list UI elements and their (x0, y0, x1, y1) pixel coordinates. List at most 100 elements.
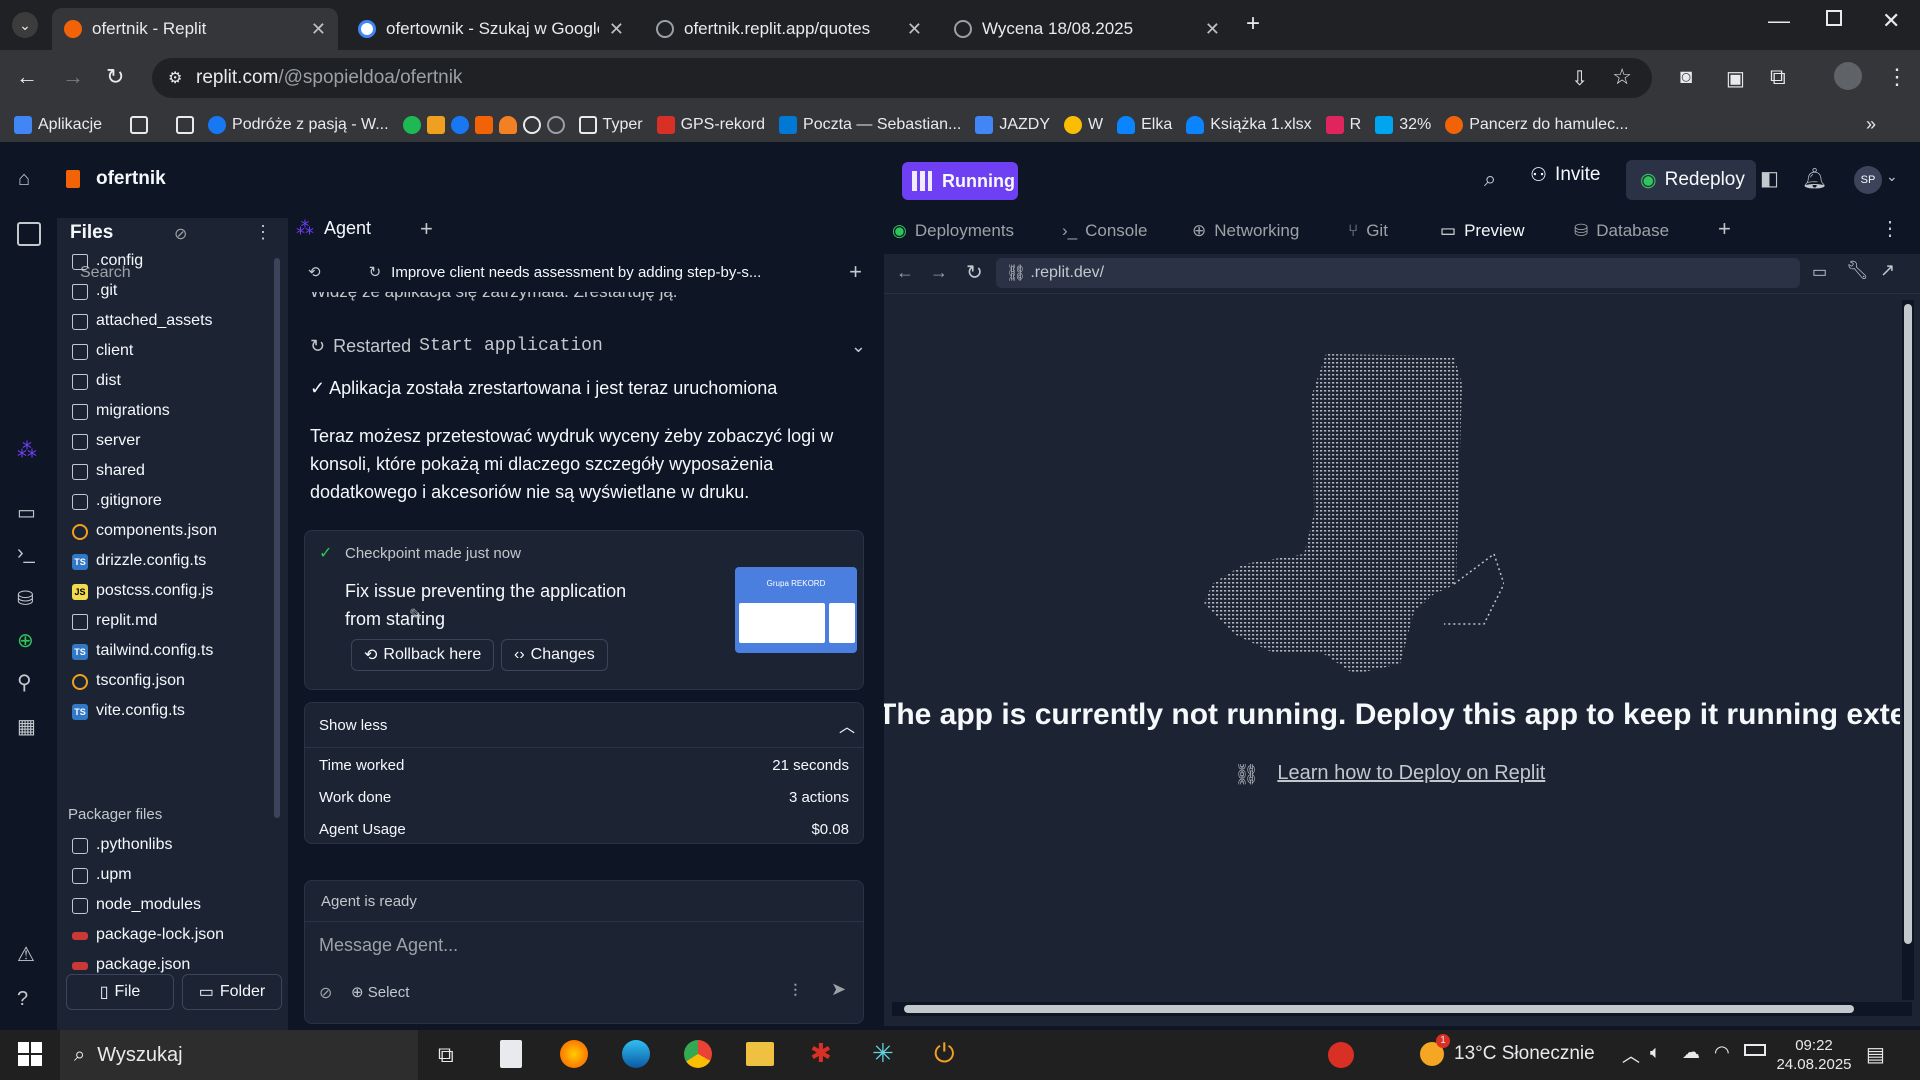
bookmark-podroze[interactable]: Podróże z pasją - W... (208, 116, 389, 134)
send-icon[interactable]: ➤ (831, 979, 846, 1000)
new-chat-icon[interactable]: + (849, 259, 862, 285)
close-tab-icon[interactable]: ✕ (311, 19, 326, 40)
file-tree-item[interactable]: .config (72, 252, 143, 270)
bookmark-gps[interactable]: GPS-rekord (656, 116, 765, 134)
run-status-button[interactable]: Running (902, 162, 1018, 200)
bookmark-jazdy[interactable]: JAZDY (975, 116, 1050, 134)
packager-file-item[interactable]: .upm (72, 866, 132, 884)
restarted-row[interactable]: ↻ Restarted Start application ⌄ (310, 336, 866, 357)
layout-icon[interactable]: ◧ (1760, 166, 1779, 191)
power-app-icon[interactable]: ⏻ (934, 1038, 955, 1070)
notification-center-icon[interactable]: ▤ (1866, 1042, 1885, 1067)
preview-forward-icon[interactable]: → (930, 262, 948, 283)
bookmark-poczta[interactable]: Poczta — Sebastian... (779, 116, 961, 134)
file-tree-item[interactable]: replit.md (72, 612, 157, 630)
file-tree-item[interactable]: components.json (72, 522, 217, 540)
task-view-icon[interactable]: ⧉ (438, 1042, 454, 1068)
tray-expand-icon[interactable]: ︿ (1622, 1042, 1640, 1068)
webview-tool-icon[interactable]: ▭ (17, 500, 36, 525)
clock[interactable]: 09:22 24.08.2025 (1774, 1036, 1854, 1074)
browser-tab-replit[interactable]: ofertnik - Replit ✕ (52, 8, 338, 50)
browser-tab-quotes[interactable]: ofertnik.replit.app/quotes ✕ (644, 8, 934, 50)
devtools-wrench-icon[interactable]: 🔧︎ (1846, 260, 1869, 281)
bookmark-w[interactable]: W (1064, 116, 1103, 134)
new-folder-button[interactable]: ▭ Folder (182, 974, 282, 1010)
preview-url-field[interactable]: ⛓ .replit.dev/ (996, 258, 1800, 288)
profile-avatar[interactable] (1834, 62, 1862, 90)
file-tree-item[interactable]: JS postcss.config.js (72, 582, 213, 600)
rollback-button[interactable]: ⟲ Rollback here (351, 639, 495, 671)
battery-icon[interactable] (1744, 1044, 1766, 1056)
preview-back-icon[interactable]: ← (896, 262, 914, 283)
files-settings-icon[interactable]: ⊘ (174, 224, 187, 244)
message-input[interactable]: Message Agent... (319, 935, 458, 956)
user-tool-icon[interactable]: ⚲ (17, 670, 32, 695)
bookmark-pancerz[interactable]: Pancerz do hamulec... (1445, 116, 1628, 134)
reload-icon[interactable]: ↻ (106, 64, 124, 90)
files-tool-icon[interactable] (17, 222, 41, 246)
onedrive-tray-icon[interactable]: ☁ (1682, 1042, 1700, 1063)
chevron-up-icon[interactable]: ︿ (839, 713, 855, 737)
forward-icon[interactable]: → (62, 64, 84, 90)
redeploy-button[interactable]: ◉ Redeploy (1626, 160, 1756, 200)
invite-button[interactable]: ⚇ Invite (1530, 164, 1600, 187)
attach-icon[interactable]: ⊘ (319, 983, 332, 1003)
search-icon[interactable]: ⌕ (1484, 166, 1496, 192)
taskbar-search[interactable]: ⌕ Wyszukaj (60, 1030, 418, 1080)
home-icon[interactable]: ⌂ (18, 168, 30, 191)
files-menu-icon[interactable]: ⋮ (254, 222, 272, 243)
minimize-icon[interactable]: — (1768, 8, 1790, 34)
packager-file-item[interactable]: .pythonlibs (72, 836, 173, 854)
tab-deployments[interactable]: ◉ Deployments (892, 218, 1014, 244)
vertical-scrollbar[interactable] (1902, 300, 1914, 1000)
back-icon[interactable]: ← (16, 64, 38, 90)
networking-tool-icon[interactable]: ⊕ (17, 628, 34, 653)
history-icon[interactable]: ⟲ (308, 263, 321, 281)
file-tree-item[interactable]: server (72, 432, 140, 450)
close-tab-icon[interactable]: ✕ (907, 19, 922, 40)
file-tree-item[interactable]: TS vite.config.ts (72, 702, 185, 720)
horizontal-scrollbar[interactable] (892, 1002, 1912, 1016)
url-field[interactable]: ⚙ replit.com/@spopieldoa/ofertnik ⇩ ☆ (152, 58, 1652, 98)
notifications-icon[interactable]: 🔔︎ (1802, 166, 1827, 191)
firefox-icon[interactable] (560, 1040, 588, 1068)
preview-reload-icon[interactable]: ↻ (966, 260, 983, 285)
close-window-icon[interactable]: ✕ (1882, 8, 1900, 34)
tab-git[interactable]: ⑂ Git (1348, 218, 1388, 244)
site-info-icon[interactable]: ⚙ (168, 68, 182, 88)
user-avatar[interactable]: SP (1854, 166, 1882, 194)
close-tab-icon[interactable]: ✕ (609, 19, 624, 40)
deploy-help-link[interactable]: Learn how to Deploy on Replit (1277, 762, 1545, 787)
bookmark-32[interactable]: 32% (1375, 116, 1431, 134)
screen-share-icon[interactable]: ▣ (1726, 66, 1745, 91)
open-new-window-icon[interactable]: ↗ (1880, 260, 1895, 281)
restore-icon[interactable] (1826, 10, 1842, 26)
file-tree-item[interactable]: dist (72, 372, 121, 390)
file-tree-item[interactable]: TS tailwind.config.ts (72, 642, 213, 660)
extensions-icon[interactable]: ⧉ (1770, 64, 1786, 90)
file-tree-item[interactable]: migrations (72, 402, 170, 420)
bookmark-apps[interactable]: Aplikacje (14, 116, 102, 134)
tab-console[interactable]: ›_ Console (1062, 218, 1148, 244)
packager-file-item[interactable]: node_modules (72, 896, 201, 914)
browser-tab-wycena[interactable]: Wycena 18/08.2025 ✕ (942, 8, 1232, 50)
start-icon[interactable] (18, 1042, 42, 1066)
bookmark-r[interactable]: R (1325, 116, 1361, 134)
pane-menu-icon[interactable]: ⋮ (1880, 216, 1900, 241)
new-file-button[interactable]: ▯ File (66, 974, 174, 1010)
browser-menu-icon[interactable]: ⋮ (1886, 64, 1908, 90)
feedback-icon[interactable]: ⚠ (17, 942, 35, 967)
file-explorer-icon[interactable] (746, 1042, 774, 1066)
agent-tool-icon[interactable]: ⁂ (17, 438, 37, 463)
select-button[interactable]: ⊕ Select (351, 983, 409, 1001)
files-scrollbar[interactable] (274, 258, 280, 818)
chrome-icon[interactable] (684, 1040, 712, 1068)
close-tab-icon[interactable]: ✕ (1205, 19, 1220, 40)
file-tree-item[interactable]: TS drizzle.config.ts (72, 552, 206, 570)
changes-button[interactable]: ‹› Changes (501, 639, 608, 671)
file-tree-item[interactable]: .gitignore (72, 492, 162, 510)
bookmark-typer[interactable]: Typer (578, 116, 643, 134)
chevron-down-icon[interactable]: ⌄ (1886, 168, 1898, 185)
tab-networking[interactable]: ⊕ Networking (1192, 218, 1299, 244)
tab-agent[interactable]: ⁂ Agent (296, 218, 420, 244)
